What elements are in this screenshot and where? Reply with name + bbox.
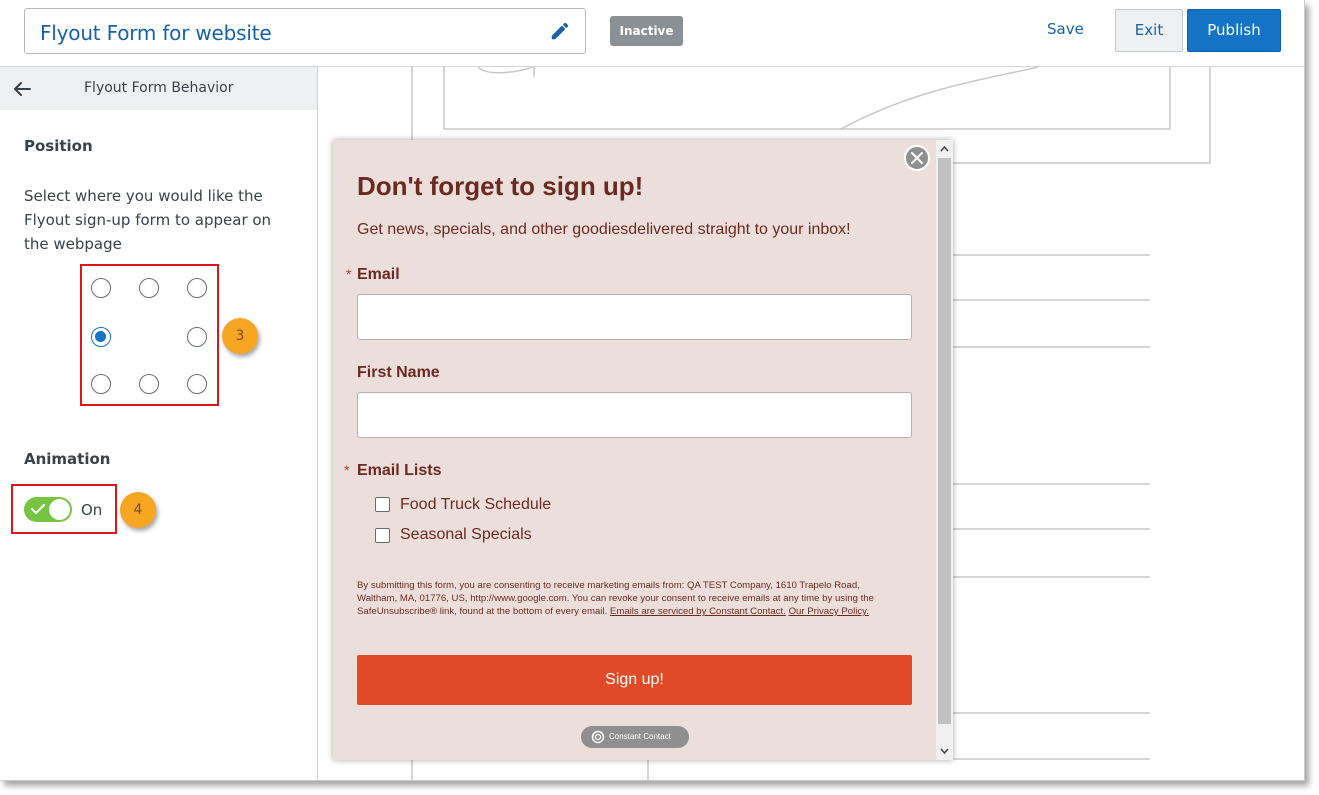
position-radio-top-center[interactable] [139,278,159,298]
required-marker: * [346,266,352,282]
app-window: Flyout Form for website Inactive Save Ex… [0,0,1305,781]
form-title-field[interactable]: Flyout Form for website [24,8,586,54]
scrollbar[interactable] [936,140,953,760]
position-radio-bottom-right[interactable] [187,374,207,394]
status-badge: Inactive [610,16,683,46]
list-checkbox-seasonal[interactable] [375,528,390,543]
check-icon [31,504,45,515]
sidebar-title: Flyout Form Behavior [84,80,234,96]
back-arrow-icon[interactable] [12,79,32,99]
list-label-food-truck: Food Truck Schedule [400,496,552,513]
save-button[interactable]: Save [1047,20,1084,38]
first-name-input[interactable] [357,392,912,438]
scroll-thumb[interactable] [938,158,951,724]
animation-toggle[interactable] [24,497,72,522]
form-heading: Don't forget to sign up! [357,171,644,201]
position-radio-middle-right[interactable] [187,327,207,347]
position-selector [80,264,219,406]
list-label-seasonal: Seasonal Specials [400,526,532,543]
pencil-icon[interactable] [549,20,571,42]
constant-contact-badge: Constant Contact [581,726,689,748]
scroll-up-icon[interactable] [939,144,950,155]
sidebar-header: Flyout Form Behavior [0,67,317,110]
constant-contact-icon [591,730,605,744]
constant-contact-text: Constant Contact [609,732,671,741]
flyout-form-preview: Don't forget to sign up! Get news, speci… [333,140,953,760]
sign-up-button[interactable]: Sign up! [357,655,912,705]
position-description: Select where you would like the Flyout s… [24,187,272,253]
form-subheading: Get news, specials, and other goodiesdel… [357,221,851,238]
animation-heading: Animation [24,450,111,468]
position-radio-middle-left[interactable] [91,327,111,347]
callout-badge-3: 3 [222,318,258,354]
list-checkbox-food-truck[interactable] [375,497,390,512]
exit-button[interactable]: Exit [1115,9,1183,52]
sidebar: Flyout Form Behavior Position Select whe… [0,67,318,780]
position-heading: Position [24,137,93,155]
position-radio-bottom-center[interactable] [139,374,159,394]
top-bar: Flyout Form for website Inactive Save Ex… [0,0,1304,67]
toggle-knob [49,499,70,520]
close-icon [911,152,923,164]
animation-setting: On [11,484,117,534]
required-marker: * [344,462,350,478]
consent-text: By submitting this form, you are consent… [357,579,897,618]
position-radio-bottom-left[interactable] [91,374,111,394]
animation-state-label: On [81,501,103,519]
close-button[interactable] [904,145,930,171]
publish-button[interactable]: Publish [1187,9,1281,52]
privacy-policy-link[interactable]: Our Privacy Policy. [789,606,869,617]
scroll-down-icon[interactable] [939,745,950,756]
form-title-text: Flyout Form for website [40,21,272,45]
position-radio-top-left[interactable] [91,278,111,298]
position-radio-top-right[interactable] [187,278,207,298]
email-lists-label: Email Lists [357,462,442,479]
callout-badge-4: 4 [120,492,156,528]
first-name-label: First Name [357,364,440,381]
email-label: Email [357,266,400,283]
email-input[interactable] [357,294,912,340]
constant-contact-service-link[interactable]: Emails are serviced by Constant Contact. [610,606,786,617]
